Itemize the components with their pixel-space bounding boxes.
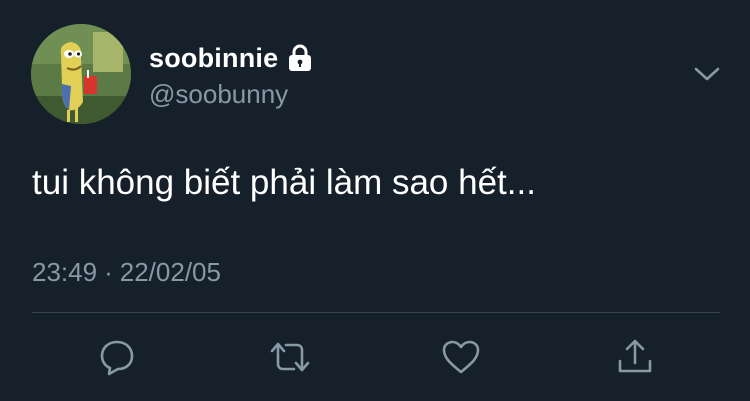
tweet-time: 23:49 — [32, 257, 98, 287]
share-button[interactable] — [613, 335, 657, 379]
reply-button[interactable] — [95, 335, 139, 379]
reply-icon — [100, 340, 134, 376]
chevron-down-icon[interactable] — [693, 64, 721, 84]
tweet-date: 22/02/05 — [119, 257, 221, 287]
retweet-icon — [270, 342, 310, 372]
user-name-row: soobinnie — [149, 40, 313, 76]
avatar-image — [31, 24, 131, 124]
tweet-text: tui không biết phải làm sao hết... — [32, 163, 536, 202]
divider — [32, 312, 720, 313]
share-icon — [618, 339, 652, 373]
tweet-timestamp: 23:49 · 22/02/05 — [32, 257, 221, 288]
display-name[interactable]: soobinnie — [149, 43, 278, 74]
meta-separator: · — [104, 257, 113, 287]
like-button[interactable] — [439, 335, 483, 379]
avatar[interactable] — [31, 24, 131, 124]
lock-icon — [287, 44, 313, 72]
user-handle[interactable]: @soobunny — [149, 79, 288, 110]
retweet-button[interactable] — [268, 335, 312, 379]
tweet-card: soobinnie @soobunny tui không biết phải … — [0, 0, 750, 401]
heart-icon — [442, 340, 480, 374]
